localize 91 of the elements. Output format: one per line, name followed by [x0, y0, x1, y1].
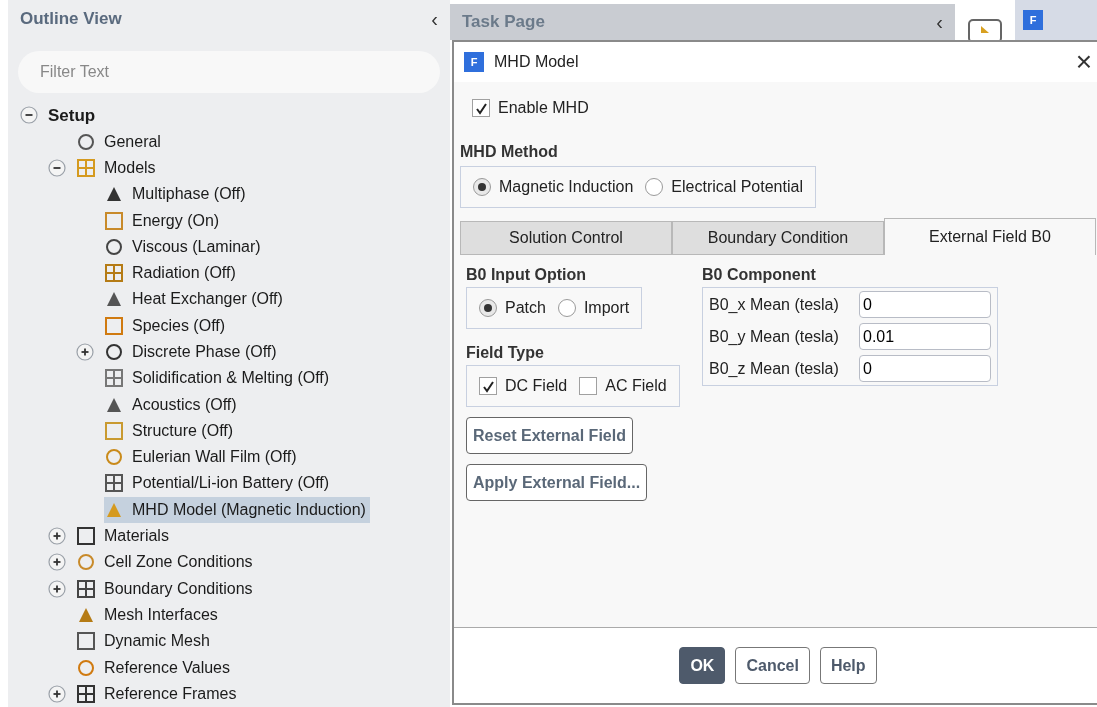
- tree-item[interactable]: Reference Frames: [76, 680, 241, 707]
- radio-button[interactable]: [479, 299, 497, 317]
- expand-icon[interactable]: [48, 553, 66, 572]
- expand-icon[interactable]: [48, 684, 66, 703]
- dialog-button[interactable]: Cancel: [735, 647, 810, 684]
- check-icon: [481, 379, 495, 393]
- option-label: Patch: [505, 298, 546, 318]
- tree-item[interactable]: Dynamic Mesh: [76, 628, 214, 655]
- tree-item[interactable]: Solidification & Melting (Off): [104, 365, 334, 392]
- tree-item[interactable]: General: [76, 128, 165, 155]
- app-badge: F: [464, 52, 484, 72]
- option-label: AC Field: [605, 376, 667, 396]
- tree-item[interactable]: Multiphase (Off): [104, 181, 250, 208]
- collapse-icon[interactable]: [48, 158, 66, 177]
- radio-button[interactable]: [557, 299, 576, 317]
- tree-item[interactable]: Energy (On): [104, 207, 224, 234]
- square-icon: [104, 420, 124, 441]
- dialog-button[interactable]: Help: [819, 647, 877, 684]
- tree-item[interactable]: Potential/Li-ion Battery (Off): [104, 470, 334, 497]
- tree-item[interactable]: Discrete Phase (Off): [104, 339, 281, 365]
- option-label: Magnetic Induction: [499, 177, 634, 197]
- tree-item[interactable]: Acoustics (Off): [104, 391, 241, 418]
- tree-item[interactable]: Reference Values: [76, 654, 234, 681]
- panel-title: Task Page: [462, 11, 545, 34]
- circle-icon: [104, 447, 124, 468]
- filter-field[interactable]: Filter Text: [18, 51, 440, 94]
- circle-icon: [76, 131, 96, 152]
- tree-item[interactable]: Models: [76, 154, 160, 181]
- tab[interactable]: Boundary Condition: [672, 221, 884, 255]
- tab[interactable]: Solution Control: [460, 221, 672, 255]
- dialog-button[interactable]: OK: [679, 647, 726, 684]
- tree-item[interactable]: Radiation (Off): [104, 260, 240, 287]
- app-badge[interactable]: F: [1023, 10, 1043, 30]
- check-icon: [474, 101, 488, 115]
- tree-item[interactable]: Setup: [48, 102, 100, 129]
- action-button[interactable]: Apply External Field...: [466, 464, 648, 501]
- circle-icon: [76, 657, 96, 678]
- section-title: B0 Component: [702, 265, 817, 285]
- grid-icon: [76, 157, 96, 178]
- close-button[interactable]: ×: [1075, 48, 1092, 76]
- field-label: B0_z Mean (tesla): [709, 358, 840, 379]
- grid-icon: [104, 473, 124, 494]
- checkbox[interactable]: [479, 377, 497, 395]
- option-label: Electrical Potential: [671, 177, 803, 197]
- grid-icon: [104, 368, 124, 389]
- value-field[interactable]: 0: [859, 291, 991, 318]
- tree-item[interactable]: Structure (Off): [104, 417, 238, 444]
- option-label: Enable MHD: [498, 98, 589, 118]
- radio-button[interactable]: [473, 178, 491, 196]
- tree-item[interactable]: Heat Exchanger (Off): [104, 286, 287, 313]
- section-title: Field Type: [466, 343, 545, 363]
- circle-icon: [104, 236, 124, 257]
- collapse-icon[interactable]: [20, 106, 38, 125]
- option-label: Import: [583, 298, 630, 318]
- panel-title: Outline View: [20, 7, 122, 30]
- option-label: DC Field: [505, 376, 568, 396]
- section-title: B0 Input Option: [466, 265, 587, 285]
- square-icon: [76, 526, 96, 547]
- square-icon: [104, 315, 124, 336]
- grid-icon: [76, 683, 96, 704]
- tree-item[interactable]: Eulerian Wall Film (Off): [104, 444, 301, 471]
- action-button[interactable]: Reset External Field: [466, 417, 633, 454]
- value-field[interactable]: 0: [859, 355, 991, 382]
- collapse-button[interactable]: ‹: [936, 12, 943, 32]
- tree-item[interactable]: Materials: [76, 523, 173, 550]
- dialog-title: MHD Model: [494, 52, 580, 72]
- expand-icon[interactable]: [48, 579, 66, 598]
- collapse-button[interactable]: ‹: [431, 8, 438, 29]
- value-field[interactable]: 0.01: [859, 323, 991, 350]
- tree-item[interactable]: Viscous (Laminar): [104, 233, 265, 260]
- tree-item[interactable]: Species (Off): [104, 312, 230, 339]
- expand-icon[interactable]: [76, 343, 94, 361]
- field-label: B0_x Mean (tesla): [709, 294, 840, 315]
- square-icon: [76, 631, 96, 652]
- circle-icon: [76, 552, 96, 573]
- tree-item[interactable]: Cell Zone Conditions: [76, 549, 257, 576]
- grid-icon: [76, 578, 96, 599]
- field-label: B0_y Mean (tesla): [709, 326, 840, 347]
- play-icon[interactable]: [967, 16, 1003, 40]
- tree-item[interactable]: Boundary Conditions: [76, 575, 257, 602]
- checkbox[interactable]: [579, 377, 598, 395]
- circle-icon: [104, 342, 124, 362]
- tab[interactable]: External Field B0: [884, 218, 1096, 255]
- expand-icon[interactable]: [48, 527, 66, 546]
- grid-icon: [104, 263, 124, 284]
- section-title: MHD Method: [460, 142, 559, 162]
- tree-item[interactable]: MHD Model (Magnetic Induction): [104, 496, 370, 523]
- square-icon: [104, 210, 124, 231]
- checkbox[interactable]: [472, 99, 490, 117]
- tree-item[interactable]: Mesh Interfaces: [76, 601, 222, 628]
- radio-button[interactable]: [645, 178, 664, 196]
